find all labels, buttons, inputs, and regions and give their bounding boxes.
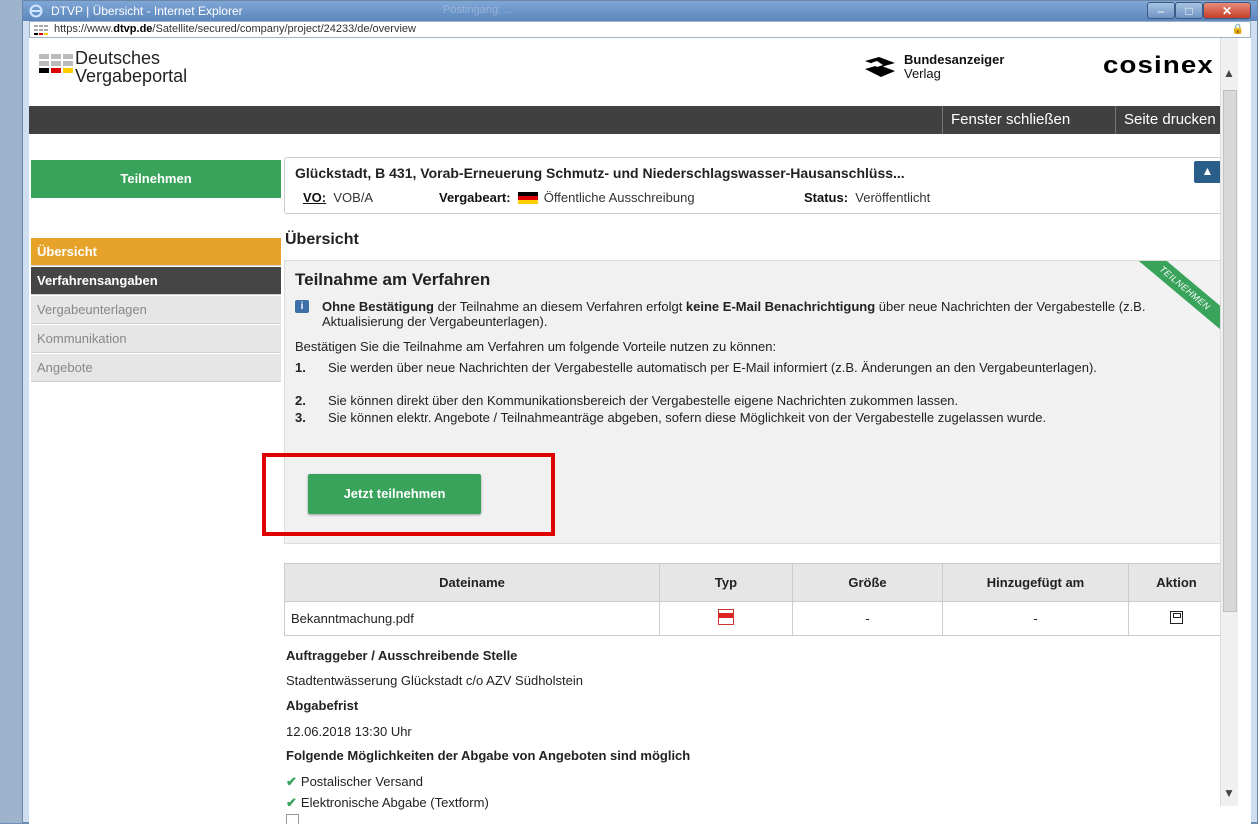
collapse-up-icon[interactable]: ▲	[1194, 161, 1221, 183]
vo-label: VO:	[303, 190, 327, 205]
submission-options-heading: Folgende Möglichkeiten der Abgabe von An…	[286, 748, 691, 763]
site-favicon	[34, 25, 48, 35]
option-electronic: ✔ Elektronische Abgabe (Textform)	[286, 795, 489, 810]
save-icon[interactable]	[1170, 610, 1183, 624]
lock-icon[interactable]: 🔒	[1232, 24, 1244, 35]
file-name-link[interactable]: Bekanntmachung.pdf	[284, 601, 660, 636]
info-icon: i	[295, 300, 309, 313]
sidebar-item-uebersicht[interactable]: Übersicht	[31, 238, 281, 266]
page-title: Übersicht	[285, 231, 359, 248]
print-page-link[interactable]: Seite drucken	[1115, 106, 1224, 134]
scroll-up-icon[interactable]: ▲	[1223, 66, 1235, 80]
url-prefix: https://www.	[54, 23, 114, 35]
bav-line2: Verlag	[904, 66, 941, 81]
documents-table: Dateiname Typ Größe Hinzugefügt am Aktio…	[284, 563, 1225, 636]
german-flag-icon	[517, 192, 538, 204]
participate-sidebar-button[interactable]: Teilnehmen	[31, 160, 281, 198]
dtvp-logo-text[interactable]: Deutsches Vergabeportal	[75, 49, 187, 85]
project-summary-box: Glückstadt, B 431, Vorab-Erneuerung Schm…	[284, 157, 1225, 214]
browser-window: DTVP | Übersicht - Internet Explorer Pos…	[22, 0, 1258, 824]
close-window-button[interactable]: ✕	[1203, 2, 1251, 19]
bundesanzeiger-logo-icon	[865, 57, 895, 77]
background-window-title: Postingang: ...	[443, 4, 514, 16]
column-header: Größe	[792, 563, 943, 602]
deadline-heading: Abgabefrist	[286, 698, 359, 713]
sidebar-item-vergabeunterlagen[interactable]: Vergabeunterlagen	[31, 296, 281, 324]
url-domain: dtvp.de	[113, 23, 153, 35]
bundesanzeiger-logo-text: Bundesanzeiger Verlag	[904, 53, 1004, 81]
column-header: Hinzugefügt am	[942, 563, 1129, 602]
bav-line1: Bundesanzeiger	[904, 52, 1005, 67]
check-icon: ✔	[286, 774, 297, 789]
sidebar-item-angebote[interactable]: Angebote	[31, 354, 281, 382]
web-page: Deutsches Vergabeportal Bundesanzeiger Ver…	[29, 38, 1251, 824]
top-action-bar: Fenster schließen Seite drucken	[29, 106, 1225, 134]
column-header: Aktion	[1128, 563, 1225, 602]
check-icon: ✔	[286, 795, 297, 810]
benefits-intro: Bestätigen Sie die Teilnahme am Verfahre…	[295, 339, 777, 354]
minimize-button[interactable]: –	[1147, 2, 1175, 19]
highlight-box	[262, 453, 555, 536]
vergabeart-label: Vergabeart:	[439, 190, 511, 205]
sidebar-item-verfahrensangaben[interactable]: Verfahrensangaben	[31, 267, 281, 295]
address-bar[interactable]: https://www.dtvp.de/Satellite/secured/co…	[29, 21, 1251, 38]
window-title: DTVP | Übersicht - Internet Explorer	[51, 4, 243, 18]
table-row: Bekanntmachung.pdf - -	[284, 601, 1225, 636]
cosinex-logo: cosinex	[1103, 52, 1214, 79]
client-value: Stadtentwässerung Glückstadt c/o AZV Süd…	[286, 673, 584, 688]
internet-explorer-icon	[29, 4, 43, 18]
client-heading: Auftraggeber / Ausschreibende Stelle	[286, 648, 518, 663]
url-path: /Satellite/secured/company/project/24233…	[152, 23, 416, 35]
column-header: Dateiname	[284, 563, 660, 602]
site-header: Deutsches Vergabeportal Bundesanzeiger Ver…	[29, 38, 1225, 106]
title-bar[interactable]: DTVP | Übersicht - Internet Explorer Pos…	[23, 1, 1257, 21]
notice-text: Ohne Bestätigung der Teilnahme an diesem…	[322, 299, 1146, 329]
status-label: Status:	[804, 190, 849, 205]
deadline-value: 12.06.2018 13:30 Uhr	[286, 724, 412, 739]
pdf-icon[interactable]	[718, 609, 734, 625]
file-added-date: -	[942, 601, 1129, 636]
option-postal: ✔ Postalischer Versand	[286, 774, 424, 789]
logo-line2: Vergabeportal	[75, 66, 188, 86]
url-text[interactable]: https://www.dtvp.de/Satellite/secured/co…	[54, 23, 416, 35]
file-size: -	[792, 601, 943, 636]
logo-line1: Deutsches	[75, 48, 161, 68]
vo-value: VOB/A	[333, 190, 374, 205]
maximize-button[interactable]: □	[1175, 2, 1203, 19]
close-window-link[interactable]: Fenster schließen	[942, 106, 1078, 134]
project-title: Glückstadt, B 431, Vorab-Erneuerung Schm…	[295, 165, 905, 181]
column-header: Typ	[659, 563, 793, 602]
scrollbar-thumb[interactable]	[1223, 90, 1237, 612]
panel-title: Teilnahme am Verfahren	[295, 270, 491, 289]
status-value: Veröffentlicht	[855, 190, 931, 205]
vertical-scrollbar[interactable]: ▲ ▼	[1220, 38, 1238, 806]
scroll-down-icon[interactable]: ▼	[1223, 786, 1235, 800]
sidebar-item-kommunikation[interactable]: Kommunikation	[31, 325, 281, 353]
vergabeart-value: Öffentliche Ausschreibung	[543, 190, 695, 205]
